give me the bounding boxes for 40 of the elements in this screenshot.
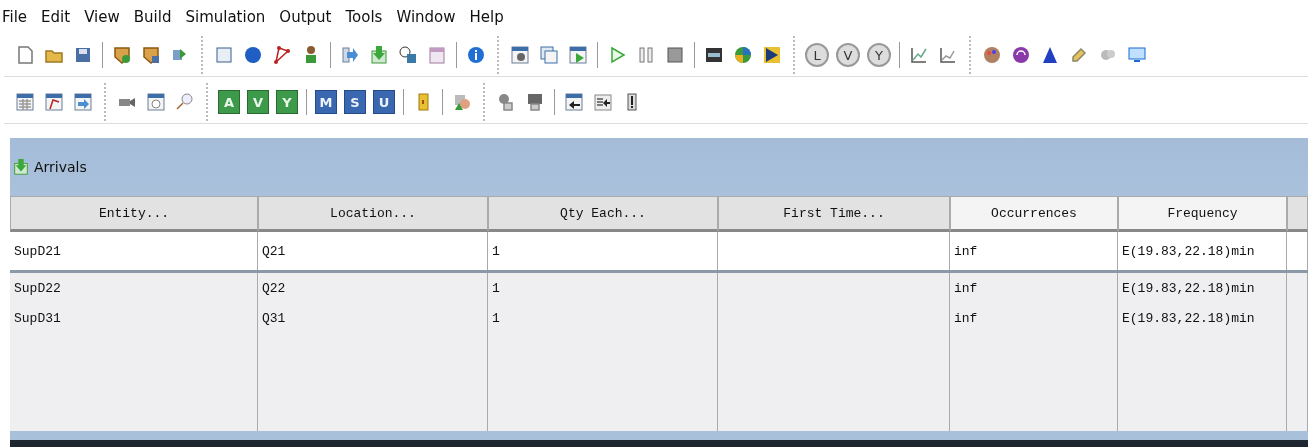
table-cell: inf	[954, 310, 978, 326]
table-cell: Q31	[262, 310, 286, 326]
menu-item[interactable]: Tools	[345, 8, 383, 26]
letter-button[interactable]: S	[344, 90, 366, 114]
balloon-button[interactable]: L	[805, 43, 829, 67]
column-header[interactable]: Qty Each...	[488, 196, 718, 232]
column-header[interactable]: Frequency	[1118, 196, 1287, 232]
table-cell: E(19.83,22.18)min	[1122, 310, 1255, 326]
table-cell: SupD31	[14, 310, 61, 326]
table-cell: SupD22	[14, 280, 61, 296]
column-header[interactable]: Location...	[258, 196, 488, 232]
table-cell: inf	[954, 243, 978, 259]
balloon-button[interactable]: V	[836, 43, 860, 67]
letter-button[interactable]: U	[373, 90, 395, 114]
table-row[interactable]: SupD21 Q21 1 inf E(19.83,22.18)min	[10, 232, 1308, 273]
table-cell: SupD21	[14, 243, 61, 259]
menu-item[interactable]: Help	[469, 8, 504, 26]
table-cell: Q22	[262, 280, 286, 296]
column-header[interactable]: First Time...	[718, 196, 950, 232]
menu-item[interactable]: View	[84, 8, 120, 26]
table-cell: 1	[492, 310, 500, 326]
column-header	[1287, 196, 1308, 232]
balloon-button[interactable]: Y	[867, 43, 891, 67]
table-cell: E(19.83,22.18)min	[1122, 243, 1255, 259]
column-header[interactable]: Occurrences	[950, 196, 1118, 232]
panel-title: Arrivals	[34, 159, 87, 175]
menu-item[interactable]: Edit	[41, 8, 71, 26]
menu-item[interactable]: Build	[133, 8, 172, 26]
table-cell: E(19.83,22.18)min	[1122, 280, 1255, 296]
table-cell: inf	[954, 280, 978, 296]
column-header[interactable]: Entity...	[10, 196, 258, 232]
table-cell: 1	[492, 280, 500, 296]
menu-item[interactable]: Window	[396, 8, 456, 26]
download-icon	[12, 158, 30, 176]
letter-button[interactable]: M	[315, 90, 337, 114]
table-cell: 1	[492, 243, 500, 259]
menu-item[interactable]: File	[2, 8, 28, 26]
menu-item[interactable]: Output	[279, 8, 332, 26]
menu-item[interactable]: Simulation	[185, 8, 266, 26]
table-cell: Q21	[262, 243, 286, 259]
